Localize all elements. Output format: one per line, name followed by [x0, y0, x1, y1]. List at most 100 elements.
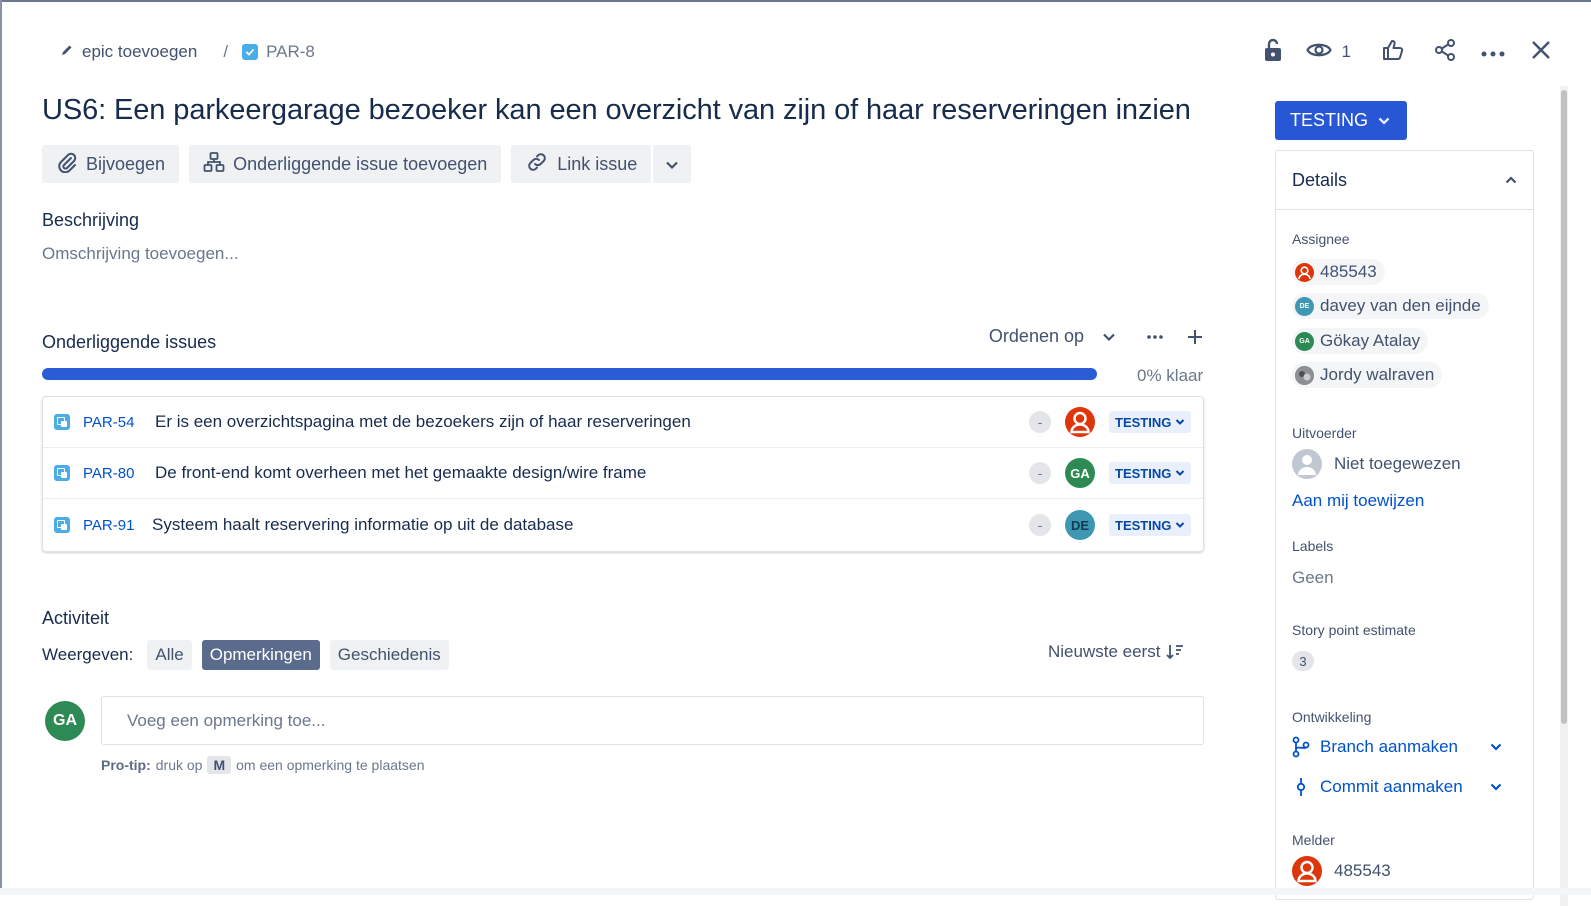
protip-post: om een opmerking te plaatsen: [236, 757, 425, 773]
assignee-chip[interactable]: 485543: [1292, 259, 1385, 285]
filter-comments-button[interactable]: Opmerkingen: [201, 640, 320, 670]
assignee-name: 485543: [1320, 262, 1377, 281]
lock-button[interactable]: [1262, 36, 1284, 68]
chevron-down-icon: [1490, 783, 1502, 791]
plus-icon: [1188, 329, 1202, 344]
description-editor[interactable]: Omschrijving toevoegen...: [42, 244, 239, 264]
link-issue-button[interactable]: Link issue: [511, 145, 652, 183]
assignee-chip[interactable]: DE davey van den eijnde: [1292, 293, 1489, 319]
protip-bold: Pro-tip:: [101, 757, 151, 773]
order-by-label: Ordenen op: [988, 326, 1084, 346]
protip: Pro-tip: druk op M om een opmerking te p…: [101, 756, 424, 774]
labels-value[interactable]: Geen: [1292, 568, 1334, 588]
photo-avatar: [1295, 365, 1314, 385]
child-issues-progress-bar: [42, 368, 1097, 380]
child-more-button[interactable]: [1146, 334, 1164, 340]
child-issue-summary[interactable]: De front-end komt overheen met het gemaa…: [155, 463, 646, 483]
child-issue-row[interactable]: PAR-91 Systeem haalt reservering informa…: [43, 499, 1203, 551]
branch-icon: [1292, 736, 1310, 758]
child-issue-key[interactable]: PAR-54: [83, 414, 141, 431]
child-issue-key[interactable]: PAR-80: [83, 465, 141, 482]
scrollbar-thumb[interactable]: [1561, 90, 1567, 724]
status-label: TESTING: [1115, 465, 1172, 481]
unassigned-avatar: [1292, 449, 1322, 479]
eye-icon: [1305, 41, 1332, 64]
status-dropdown[interactable]: TESTING: [1109, 514, 1192, 536]
status-dropdown[interactable]: TESTING: [1109, 462, 1192, 484]
watch-button[interactable]: 1: [1305, 36, 1351, 68]
close-icon: [1531, 40, 1551, 65]
issue-toolbar: 1: [1240, 36, 1551, 68]
child-issues-progress-text: 0% klaar: [1137, 366, 1204, 385]
assignee-chip[interactable]: Jordy walraven: [1292, 362, 1443, 388]
breadcrumb-issue[interactable]: PAR-8: [242, 42, 315, 62]
child-issue-key[interactable]: PAR-91: [83, 517, 141, 534]
breadcrumb-separator: /: [223, 42, 229, 61]
child-issue-row[interactable]: PAR-54 Er is een overzichtspagina met de…: [43, 397, 1203, 448]
child-issue-row[interactable]: PAR-80 De front-end komt overheen met he…: [43, 448, 1203, 499]
chevron-down-icon: [1176, 522, 1185, 528]
labels-label: Labels: [1292, 538, 1334, 554]
current-user-avatar: GA: [45, 701, 85, 741]
share-button[interactable]: [1433, 36, 1457, 68]
issue-status-button[interactable]: TESTING: [1275, 101, 1407, 140]
chevron-up-icon: [1505, 176, 1517, 184]
uitvoerder-value: Niet toegewezen: [1334, 454, 1461, 473]
filter-history-button[interactable]: Geschiedenis: [329, 640, 449, 670]
show-label: Weergeven:: [42, 645, 134, 664]
reporter-field[interactable]: 485543: [1292, 856, 1391, 886]
comment-input[interactable]: Voeg een opmerking toe...: [101, 696, 1204, 745]
issue-title[interactable]: US6: Een parkeergarage bezoeker kan een …: [42, 94, 1191, 127]
add-child-label: Onderliggende issue toevoegen: [233, 153, 488, 174]
attach-label: Bijvoegen: [86, 153, 166, 174]
default-user-avatar: [1295, 262, 1314, 282]
add-child-plus-button[interactable]: [1186, 328, 1204, 346]
filter-all-button[interactable]: Alle: [147, 640, 192, 670]
like-button[interactable]: [1381, 36, 1405, 68]
uitvoerder-field[interactable]: Niet toegewezen: [1292, 449, 1461, 479]
subtask-icon: [54, 517, 70, 533]
create-branch-button[interactable]: Branch aanmaken: [1292, 736, 1502, 758]
breadcrumb-issue-key: PAR-8: [266, 42, 315, 61]
child-issue-summary[interactable]: Er is een overzichtspagina met de bezoek…: [155, 412, 691, 432]
description-label: Beschrijving: [42, 210, 140, 230]
child-issue-summary[interactable]: Systeem haalt reservering informatie op …: [152, 515, 573, 535]
create-branch-label: Branch aanmaken: [1320, 737, 1458, 756]
add-child-issue-button[interactable]: Onderliggende issue toevoegen: [189, 145, 502, 183]
issue-action-buttons: Bijvoegen Onderliggende issue toevoegen …: [42, 145, 692, 183]
user-avatar[interactable]: GA: [1065, 458, 1095, 488]
more-actions-button[interactable]: [1481, 36, 1505, 68]
priority-badge: -: [1029, 462, 1051, 484]
status-dropdown[interactable]: TESTING: [1109, 411, 1192, 433]
story-points-value[interactable]: 3: [1292, 651, 1314, 671]
close-button[interactable]: [1531, 36, 1551, 68]
sort-order-button[interactable]: Nieuwste eerst: [1048, 642, 1184, 662]
link-icon: [525, 150, 549, 179]
chevron-down-icon: [1176, 470, 1185, 476]
create-commit-button[interactable]: Commit aanmaken: [1292, 776, 1502, 798]
activity-filter-bar: Weergeven: Alle Opmerkingen Geschiedenis: [42, 640, 459, 670]
order-by-dropdown[interactable]: Ordenen op: [989, 326, 1116, 347]
breadcrumb-epic[interactable]: epic toevoegen: [60, 42, 197, 62]
uitvoerder-label: Uitvoerder: [1292, 425, 1357, 441]
user-avatar[interactable]: DE: [1065, 510, 1095, 540]
subtask-icon: [54, 465, 70, 481]
reporter-value: 485543: [1334, 861, 1391, 880]
details-panel: Details Assignee 485543 DE davey van den…: [1275, 150, 1534, 900]
ellipsis-icon: [1147, 334, 1163, 339]
issue-status-label: TESTING: [1290, 110, 1369, 130]
story-points-label: Story point estimate: [1292, 622, 1416, 638]
attach-button[interactable]: Bijvoegen: [42, 145, 180, 183]
details-header[interactable]: Details: [1276, 151, 1533, 210]
breadcrumb: epic toevoegen / PAR-8: [60, 40, 315, 64]
development-label: Ontwikkeling: [1292, 709, 1372, 725]
assignee-chip[interactable]: GA Gökay Atalay: [1292, 328, 1429, 354]
user-avatar: DE: [1295, 296, 1314, 316]
assignee-label: Assignee: [1292, 231, 1350, 247]
default-user-avatar[interactable]: [1065, 407, 1095, 437]
details-title: Details: [1292, 169, 1348, 190]
window-border-top: [0, 0, 1591, 2]
assign-to-me-link[interactable]: Aan mij toewijzen: [1292, 491, 1424, 511]
child-issues-list: PAR-54 Er is een overzichtspagina met de…: [42, 396, 1204, 552]
more-create-options-button[interactable]: [653, 145, 692, 183]
